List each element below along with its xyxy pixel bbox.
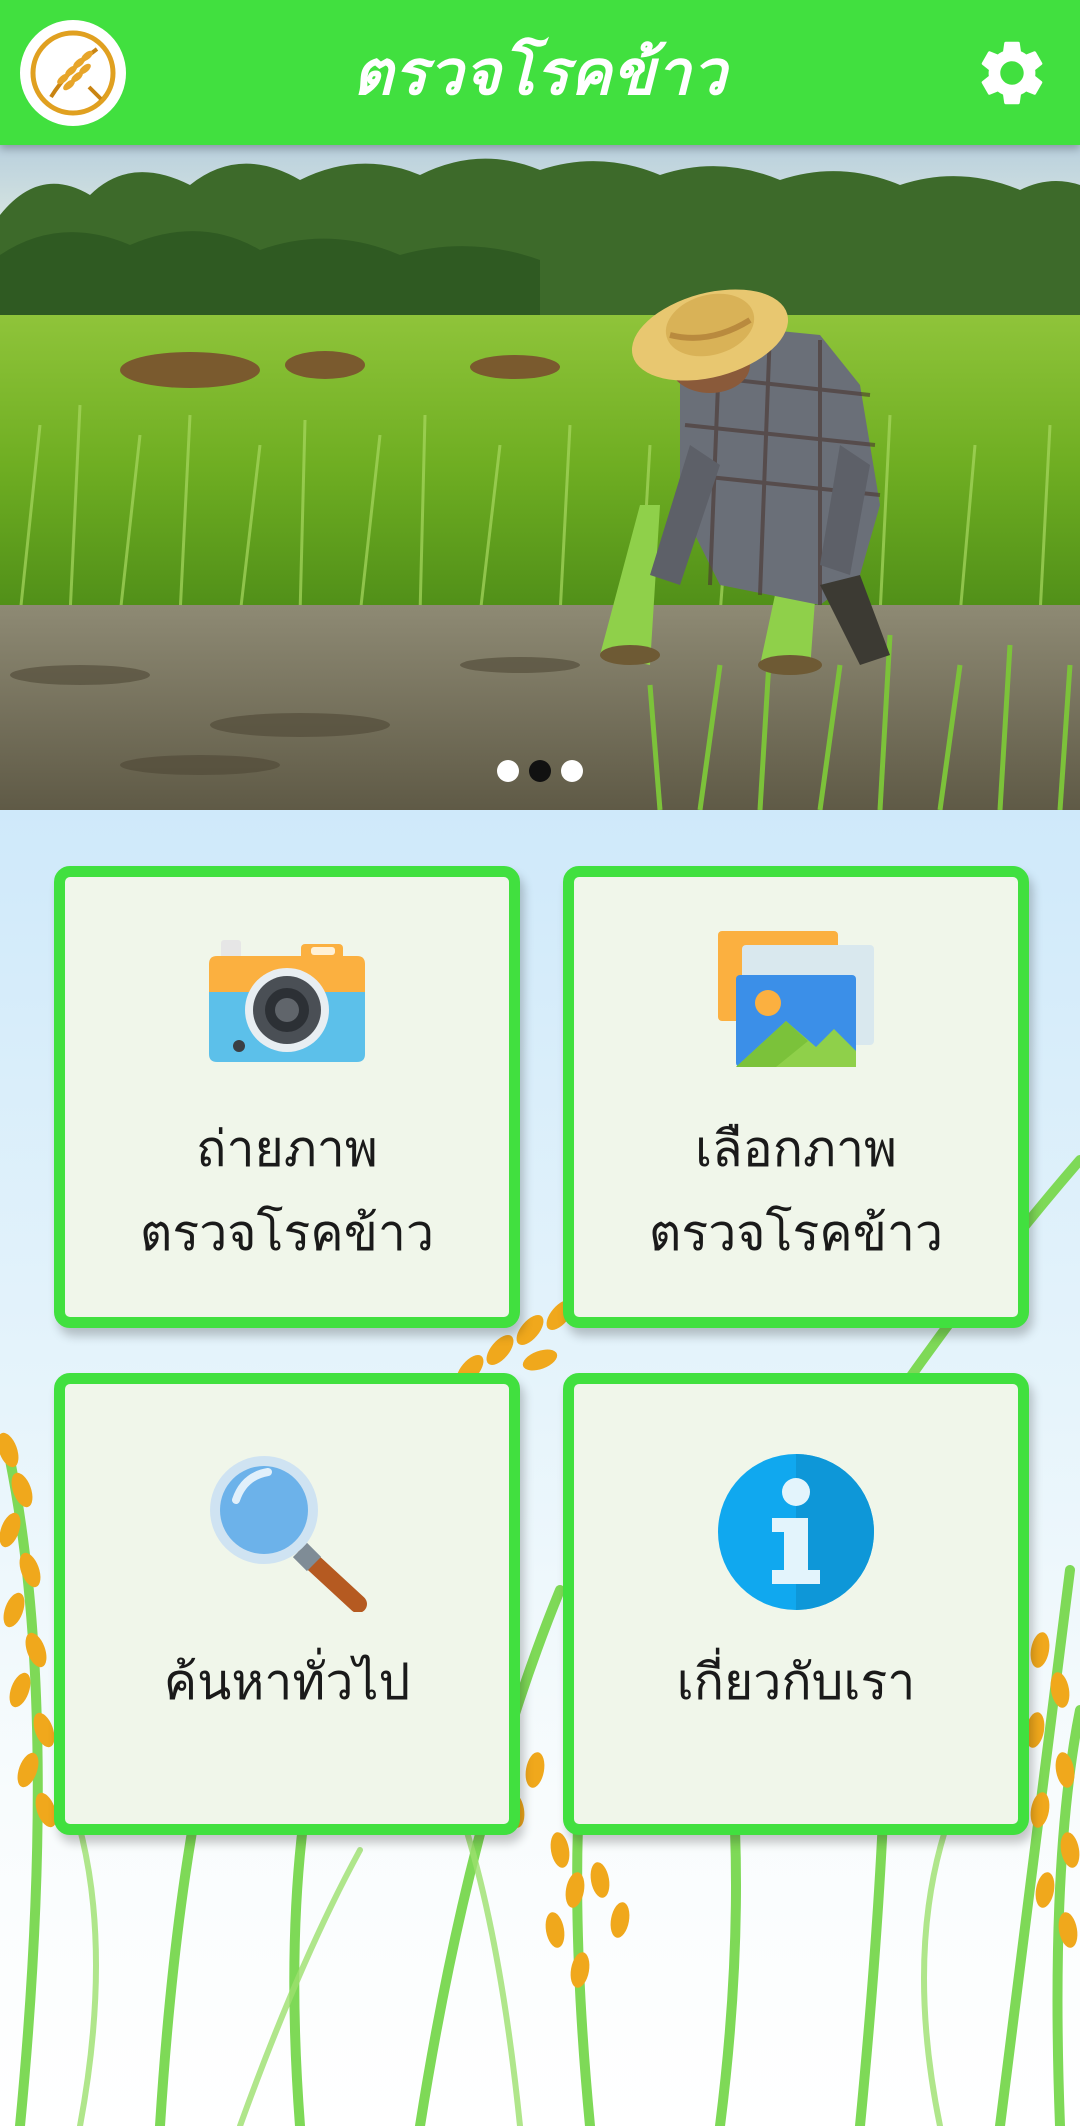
gallery-image-icon bbox=[716, 929, 876, 1069]
app-title: ตรวจโรคข้าว bbox=[352, 35, 728, 109]
choose-image-label: เลือกภาพ ตรวจโรคข้าว bbox=[649, 1107, 943, 1275]
top-app-bar: ตรวจโรคข้าว bbox=[0, 0, 1080, 145]
general-search-label: ค้นหาทั่วไป bbox=[164, 1640, 411, 1724]
magnifier-icon bbox=[202, 1452, 372, 1612]
carousel-dot[interactable] bbox=[561, 760, 583, 782]
carousel-dot-active[interactable] bbox=[529, 760, 551, 782]
gear-icon[interactable] bbox=[972, 33, 1052, 113]
choose-image-card[interactable]: เลือกภาพ ตรวจโรคข้าว bbox=[563, 866, 1029, 1328]
carousel-indicator bbox=[0, 760, 1080, 782]
farmer-planting-rice-photo bbox=[0, 145, 1080, 810]
take-photo-label: ถ่ายภาพ ตรวจโรคข้าว bbox=[140, 1107, 434, 1275]
app-root: ตรวจโรคข้าว ถ่ายภาพ ตรวจโรคข้าว เลือกภาพ… bbox=[0, 0, 1080, 2126]
rice-leaf-logo-icon[interactable] bbox=[20, 20, 126, 126]
about-us-card[interactable]: เกี่ยวกับเรา bbox=[563, 1373, 1029, 1835]
about-us-label: เกี่ยวกับเรา bbox=[677, 1640, 916, 1724]
take-photo-card[interactable]: ถ่ายภาพ ตรวจโรคข้าว bbox=[54, 866, 520, 1328]
take-photo-line1: ถ่ายภาพ bbox=[196, 1120, 378, 1178]
general-search-card[interactable]: ค้นหาทั่วไป bbox=[54, 1373, 520, 1835]
about-us-line1: เกี่ยวกับเรา bbox=[676, 1653, 916, 1711]
carousel-dot[interactable] bbox=[497, 760, 519, 782]
take-photo-line2: ตรวจโรคข้าว bbox=[139, 1204, 435, 1262]
info-icon bbox=[711, 1452, 881, 1612]
camera-icon bbox=[207, 929, 367, 1069]
banner-carousel[interactable] bbox=[0, 145, 1080, 810]
general-search-line1: ค้นหาทั่วไป bbox=[163, 1653, 411, 1711]
choose-image-line1: เลือกภาพ bbox=[694, 1120, 897, 1178]
choose-image-line2: ตรวจโรคข้าว bbox=[648, 1204, 944, 1262]
